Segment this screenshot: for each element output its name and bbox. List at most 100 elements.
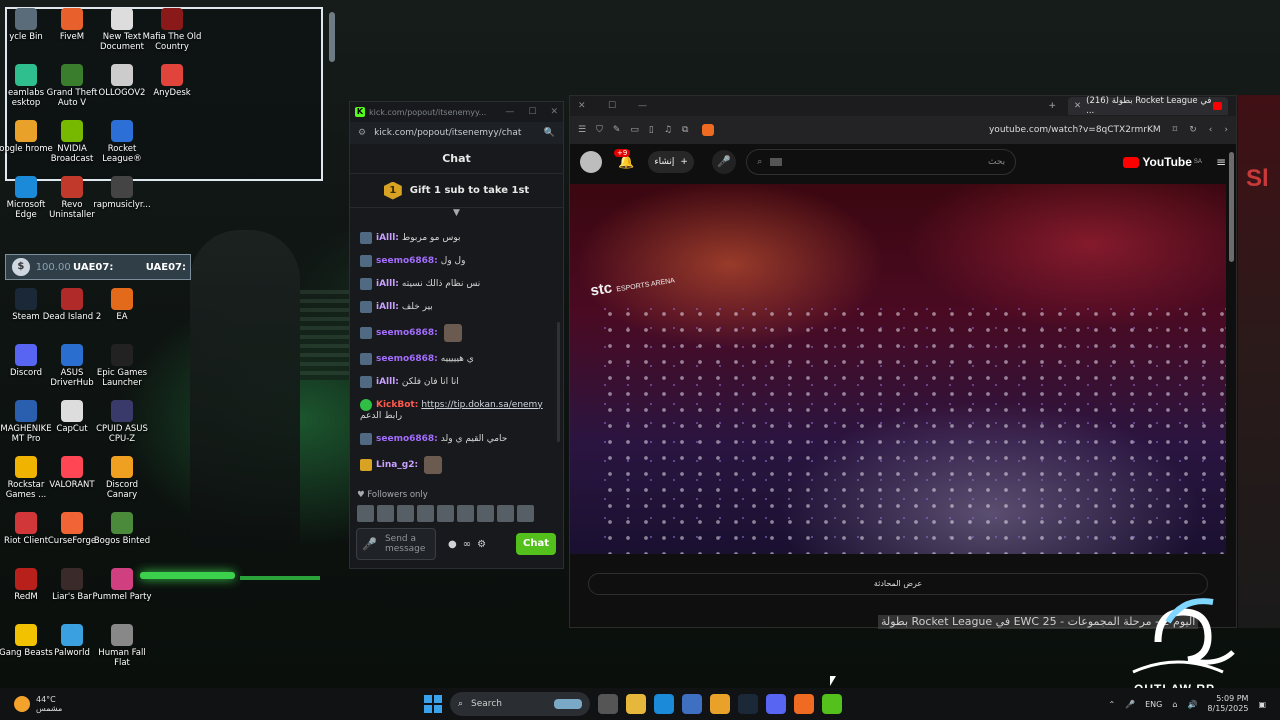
close-icon[interactable]: ✕ xyxy=(550,107,558,117)
create-button[interactable]: إنشاء + xyxy=(648,151,695,173)
chat-username[interactable]: seemo6868: xyxy=(376,328,438,339)
network-icon[interactable]: ⌂ xyxy=(1172,700,1177,709)
desktop-icon[interactable]: Rocket League® xyxy=(92,120,152,164)
desktop-icon[interactable]: Mafia The Old Country xyxy=(142,8,202,52)
kick-chat-window[interactable]: K kick.com/popout/itsenemyy... — ☐ ✕ ⚙ k… xyxy=(349,101,564,569)
discord-icon[interactable] xyxy=(766,694,786,714)
back-icon[interactable]: ‹ xyxy=(1209,125,1213,135)
video-player[interactable]: stc ESPORTS ARENA xyxy=(570,184,1226,554)
sidebar-icon[interactable]: ▯ xyxy=(649,125,654,135)
emote-button[interactable] xyxy=(457,505,474,522)
language-indicator[interactable]: ENG xyxy=(1145,700,1162,709)
emote-button[interactable] xyxy=(477,505,494,522)
chat-username[interactable]: iAlll: xyxy=(376,377,399,388)
store-icon[interactable] xyxy=(682,694,702,714)
desktop-icon[interactable]: rapmusiclyr... xyxy=(92,176,152,210)
microphone-icon[interactable]: 🎤 xyxy=(362,537,377,551)
music-icon[interactable]: ♫ xyxy=(664,125,672,135)
infinity-icon[interactable]: ∞ xyxy=(463,539,471,550)
file-explorer-icon[interactable] xyxy=(626,694,646,714)
avatar[interactable] xyxy=(580,151,602,173)
notification-icon[interactable]: ▣ xyxy=(1258,700,1266,709)
close-tab-icon[interactable]: ✕ xyxy=(1074,101,1081,111)
gift-sub-banner[interactable]: 1 Gift 1 sub to take 1st xyxy=(350,174,563,208)
chat-username[interactable]: seemo6868: xyxy=(376,256,438,267)
address-bar[interactable]: ⚙ kick.com/popout/itsenemyy/chat 🔍 xyxy=(350,122,563,144)
menu-icon[interactable]: ☰ xyxy=(578,125,586,135)
taskbar-search[interactable]: ⌕ Search xyxy=(450,692,590,716)
notifications-bell-icon[interactable]: 🔔 +9 xyxy=(614,148,634,170)
show-chat-button[interactable]: عرض المحادثة xyxy=(588,573,1208,595)
desktop-icon[interactable]: Discord Canary xyxy=(92,456,152,500)
search-icon[interactable]: ⌕ xyxy=(757,157,762,167)
emote-button[interactable] xyxy=(377,505,394,522)
clock[interactable]: 5:09 PM 8/15/2025 xyxy=(1207,694,1248,714)
scrollbar[interactable] xyxy=(329,12,335,62)
settings-icon[interactable]: ⚙ xyxy=(477,539,486,550)
tabs-icon[interactable]: ▭ xyxy=(630,125,639,135)
desktop-icon[interactable]: Human Fall Flat xyxy=(92,624,152,668)
edge-icon[interactable] xyxy=(654,694,674,714)
desktop-icon[interactable]: CPUID ASUS CPU-Z xyxy=(92,400,152,444)
chrome-icon[interactable] xyxy=(710,694,730,714)
desktop-icon[interactable]: EA xyxy=(92,288,152,322)
chat-scrollbar[interactable] xyxy=(557,322,560,442)
screenshot-icon[interactable]: ⧉ xyxy=(682,125,688,135)
reload-icon[interactable]: ↻ xyxy=(1189,125,1197,135)
task-view-icon[interactable] xyxy=(598,694,618,714)
desktop-icon[interactable]: Epic Games Launcher xyxy=(92,344,152,388)
steam-icon[interactable] xyxy=(738,694,758,714)
minimize-icon[interactable]: — xyxy=(505,107,514,117)
page-scrollbar[interactable] xyxy=(1229,152,1234,262)
forward-icon[interactable]: › xyxy=(1224,125,1228,135)
chat-username[interactable]: KickBot: xyxy=(376,400,418,411)
chat-username[interactable]: iAlll: xyxy=(376,279,399,290)
emote-button[interactable] xyxy=(497,505,514,522)
chat-username[interactable]: Lina_g2: xyxy=(376,460,418,471)
extensions-icon[interactable]: ✎ xyxy=(613,125,621,135)
brave-shield-icon[interactable] xyxy=(702,124,715,136)
emoji-icon[interactable]: ● xyxy=(448,539,457,550)
tray-chevron-icon[interactable]: ⌃ xyxy=(1108,700,1115,709)
chat-username[interactable]: iAlll: xyxy=(376,302,399,313)
pinned-arrow-icon[interactable]: ▼ xyxy=(350,208,563,218)
desktop-icon[interactable]: Pummel Party xyxy=(92,568,152,602)
chat-username[interactable]: iAlll: xyxy=(376,233,399,244)
chat-send-button[interactable]: Chat xyxy=(516,533,556,555)
brave-icon[interactable] xyxy=(794,694,814,714)
bookmark-icon[interactable]: ⌑ xyxy=(1173,125,1178,135)
chat-link[interactable]: https://tip.dokan.sa/enemy xyxy=(421,400,542,411)
microphone-icon[interactable]: 🎤 xyxy=(1125,700,1135,709)
close-icon[interactable]: ✕ xyxy=(578,101,608,111)
emote-button[interactable] xyxy=(437,505,454,522)
weather-widget[interactable]: 44°C مشمس xyxy=(14,695,62,713)
address-url[interactable]: youtube.com/watch?v=8qCTX2rmrKM xyxy=(989,125,1161,135)
new-tab-icon[interactable]: + xyxy=(1048,101,1056,111)
browser-window[interactable]: ✕ ☐ — + ✕ (216) بطولة Rocket League في .… xyxy=(569,95,1237,629)
chat-username[interactable]: seemo6868: xyxy=(376,434,438,445)
voice-search-icon[interactable]: 🎤 xyxy=(712,150,737,174)
kick-icon[interactable] xyxy=(822,694,842,714)
hamburger-menu-icon[interactable]: ≡ xyxy=(1216,155,1226,169)
start-icon[interactable] xyxy=(424,695,442,713)
emote-button[interactable] xyxy=(417,505,434,522)
volume-icon[interactable]: 🔊 xyxy=(1187,700,1197,709)
browser-tab[interactable]: ✕ (216) بطولة Rocket League في ... xyxy=(1068,96,1228,116)
zoom-icon[interactable]: 🔍 xyxy=(544,128,555,138)
chat-input[interactable]: 🎤 Send a message xyxy=(356,528,436,560)
desktop-icon[interactable]: Bogos Binted xyxy=(92,512,152,546)
emote-button[interactable] xyxy=(357,505,374,522)
search-input[interactable]: ⌕ بحث xyxy=(746,149,1017,175)
maximize-icon[interactable]: ☐ xyxy=(528,107,536,117)
emote-button[interactable] xyxy=(517,505,534,522)
chat-username[interactable]: seemo6868: xyxy=(376,354,438,365)
shield-icon[interactable]: ⛉ xyxy=(596,125,603,135)
keyboard-icon[interactable] xyxy=(770,158,783,166)
minimize-icon[interactable]: — xyxy=(638,101,668,111)
desktop-icon[interactable]: AnyDesk xyxy=(142,64,202,98)
emote-button[interactable] xyxy=(397,505,414,522)
site-settings-icon[interactable]: ⚙ xyxy=(358,128,366,138)
maximize-icon[interactable]: ☐ xyxy=(608,101,638,111)
youtube-logo[interactable]: YouTube SA xyxy=(1123,155,1202,169)
address-url[interactable]: kick.com/popout/itsenemyy/chat xyxy=(374,128,521,138)
